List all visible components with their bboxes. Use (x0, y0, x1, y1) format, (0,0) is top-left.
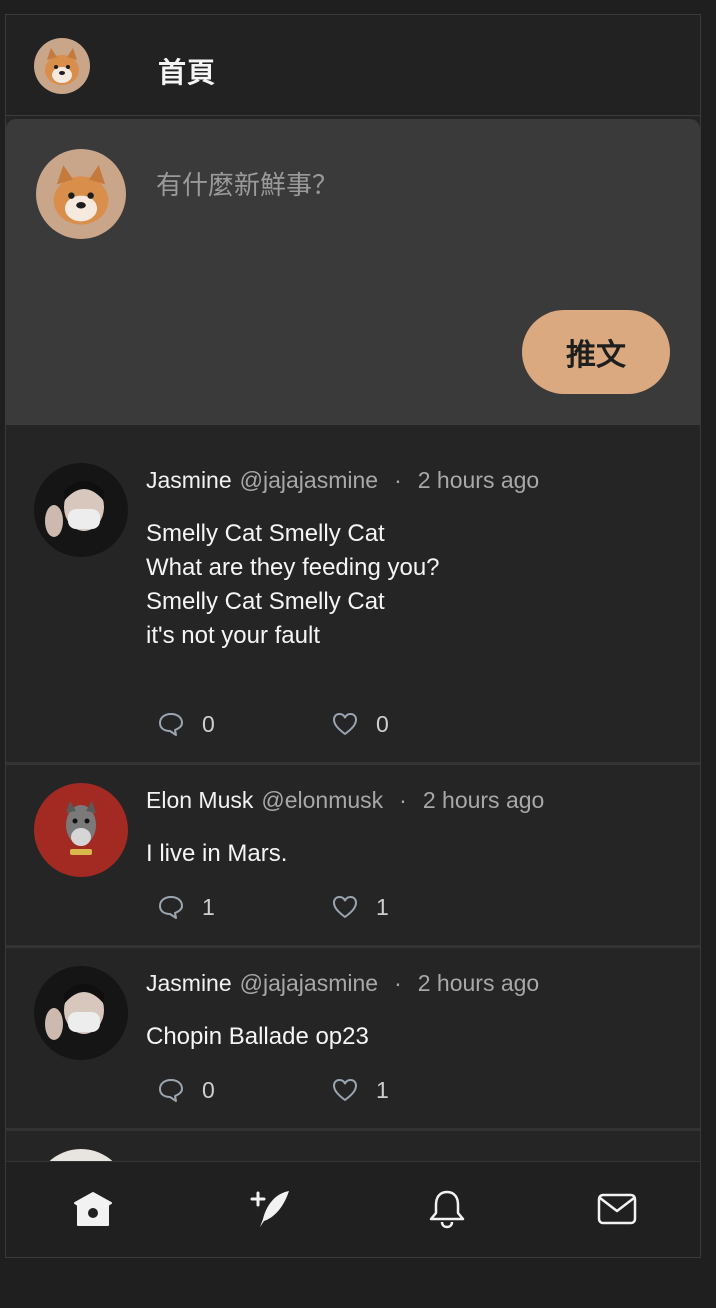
heart-icon (333, 1079, 357, 1101)
compose-box: 推文 (6, 119, 700, 425)
reply-icon (159, 713, 183, 736)
author-name[interactable]: Elon Musk (146, 787, 253, 813)
compose-input[interactable] (156, 163, 656, 209)
nav-home[interactable] (68, 1184, 118, 1234)
post-time: 2 hours ago (422, 787, 545, 813)
reply-count: 1 (202, 893, 215, 920)
mail-icon (597, 1193, 637, 1225)
user-avatar[interactable] (34, 38, 90, 94)
separator-dot: · (394, 970, 402, 996)
like-button[interactable]: 0 (332, 709, 389, 739)
compose-avatar (36, 149, 126, 239)
header: 首頁 (6, 15, 700, 116)
post-card[interactable]: Jasmine @jajajasmine · 2 hours ago Chopin B… (6, 948, 700, 1131)
heart-icon (333, 896, 357, 918)
post-meta: Elon Musk @elonmusk · 2 hours ago (146, 787, 544, 814)
like-button[interactable]: 1 (332, 1075, 389, 1105)
post-avatar[interactable] (34, 783, 128, 877)
feed: Jasmine @jajajasmine · 2 hours ago Smelly C… (6, 445, 700, 1243)
like-count: 1 (376, 1076, 389, 1103)
author-handle[interactable]: @jajajasmine (240, 970, 378, 996)
post-avatar[interactable] (34, 966, 128, 1060)
post-time: 2 hours ago (417, 467, 540, 493)
like-count: 1 (376, 893, 389, 920)
reply-count: 0 (202, 710, 215, 737)
reply-icon (159, 1079, 183, 1102)
nav-notifications[interactable] (422, 1184, 472, 1234)
home-icon (74, 1192, 112, 1226)
reply-count: 0 (202, 1076, 215, 1103)
post-card[interactable]: Elon Musk @elonmusk · 2 hours ago I live in… (6, 765, 700, 948)
author-handle[interactable]: @jajajasmine (240, 467, 378, 493)
post-card[interactable]: Jasmine @jajajasmine · 2 hours ago Smelly C… (6, 445, 700, 765)
post-avatar[interactable] (34, 463, 128, 557)
like-count: 0 (376, 710, 389, 737)
like-button[interactable]: 1 (332, 892, 389, 922)
separator-dot: · (399, 787, 407, 813)
tweet-button[interactable]: 推文 (522, 310, 670, 394)
post-time: 2 hours ago (417, 970, 540, 996)
author-name[interactable]: Jasmine (146, 467, 232, 493)
author-name[interactable]: Jasmine (146, 970, 232, 996)
page-title: 首頁 (158, 56, 217, 89)
heart-icon (333, 713, 357, 735)
compose-tweet-icon (250, 1191, 289, 1227)
reply-icon (159, 896, 183, 919)
author-handle[interactable]: @elonmusk (261, 787, 383, 813)
nav-messages[interactable] (592, 1184, 642, 1234)
post-body: Chopin Ballade op23 (146, 1023, 369, 1050)
post-body: I live in Mars. (146, 840, 288, 867)
bell-icon (429, 1190, 465, 1229)
post-body: Smelly Cat Smelly Cat What are they feed… (146, 520, 440, 649)
post-meta: Jasmine @jajajasmine · 2 hours ago (146, 467, 539, 494)
app-frame: 首頁 推文 Jasmine @jajajasmine · 2 hours ago (5, 14, 701, 1258)
reply-button[interactable]: 1 (158, 892, 215, 922)
bottom-nav (6, 1161, 700, 1257)
post-meta: Jasmine @jajajasmine · 2 hours ago (146, 970, 539, 997)
reply-button[interactable]: 0 (158, 1075, 215, 1105)
reply-button[interactable]: 0 (158, 709, 215, 739)
separator-dot: · (394, 467, 402, 493)
nav-compose[interactable] (246, 1184, 296, 1234)
